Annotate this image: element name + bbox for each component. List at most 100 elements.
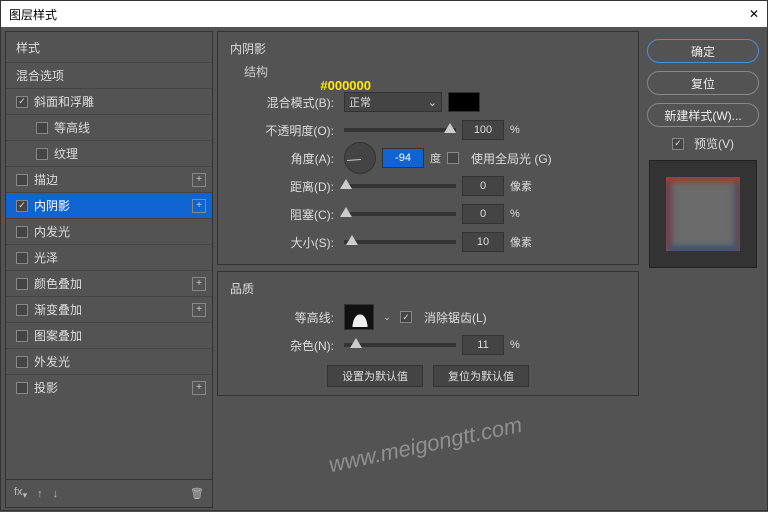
- size-unit: 像素: [510, 234, 532, 250]
- style-item-label: 等高线: [54, 119, 90, 136]
- style-checkbox[interactable]: [16, 174, 28, 186]
- style-item-label: 渐变叠加: [34, 301, 82, 318]
- close-icon[interactable]: ✕: [749, 7, 759, 21]
- window-title: 图层样式: [9, 6, 57, 23]
- make-default-button[interactable]: 设置为默认值: [327, 365, 423, 387]
- distance-label: 距离(D):: [230, 178, 338, 195]
- style-item-label: 光泽: [34, 249, 58, 266]
- inner-shadow-title: 内阴影: [230, 40, 626, 57]
- opacity-unit: %: [510, 124, 520, 136]
- style-item-label: 纹理: [54, 145, 78, 162]
- chevron-down-icon[interactable]: ⌄: [380, 312, 394, 323]
- watermark: www.meigongtt.com: [326, 412, 524, 478]
- size-input[interactable]: 10: [462, 232, 504, 252]
- style-item-label: 投影: [34, 379, 58, 396]
- style-item-label: 颜色叠加: [34, 275, 82, 292]
- distance-input[interactable]: 0: [462, 176, 504, 196]
- style-item-4[interactable]: 描边 +: [6, 166, 212, 192]
- add-instance-icon[interactable]: +: [192, 199, 206, 213]
- style-checkbox[interactable]: [16, 200, 28, 212]
- trash-icon[interactable]: 🗑: [190, 487, 204, 500]
- choke-label: 阻塞(C):: [230, 206, 338, 223]
- angle-dial[interactable]: [344, 142, 376, 174]
- styles-list-panel: 样式 混合选项斜面和浮雕等高线纹理描边 + 内阴影 + 内发光光泽颜色叠加 + 渐变叠加 + 图…: [5, 31, 213, 508]
- style-item-10[interactable]: 图案叠加: [6, 322, 212, 348]
- style-checkbox[interactable]: [16, 278, 28, 290]
- arrow-down-icon[interactable]: ↓: [53, 488, 59, 500]
- style-item-0[interactable]: 混合选项: [6, 62, 212, 88]
- shadow-color-swatch[interactable]: [448, 92, 480, 112]
- style-item-label: 内发光: [34, 223, 70, 240]
- titlebar: 图层样式 ✕: [1, 1, 767, 27]
- style-item-1[interactable]: 斜面和浮雕: [6, 88, 212, 114]
- style-item-label: 混合选项: [16, 67, 64, 84]
- chevron-down-icon: ⌄: [428, 96, 437, 109]
- contour-label: 等高线:: [230, 309, 338, 326]
- style-item-label: 图案叠加: [34, 327, 82, 344]
- angle-label: 角度(A):: [230, 150, 338, 167]
- antialias-label: 消除锯齿(L): [424, 309, 487, 326]
- style-item-8[interactable]: 颜色叠加 +: [6, 270, 212, 296]
- style-item-2[interactable]: 等高线: [6, 114, 212, 140]
- style-item-label: 描边: [34, 171, 58, 188]
- noise-input[interactable]: 11: [462, 335, 504, 355]
- arrow-up-icon[interactable]: ↑: [37, 488, 43, 500]
- choke-input[interactable]: 0: [462, 204, 504, 224]
- blend-mode-label: 混合模式(B):: [230, 94, 338, 111]
- distance-unit: 像素: [510, 178, 532, 194]
- add-instance-icon[interactable]: +: [192, 277, 206, 291]
- action-panel: 确定 复位 新建样式(W)... 预览(V): [643, 31, 763, 508]
- style-item-label: 外发光: [34, 353, 70, 370]
- style-item-6[interactable]: 内发光: [6, 218, 212, 244]
- style-checkbox[interactable]: [36, 122, 48, 134]
- preview-swatch: [649, 160, 757, 268]
- style-item-7[interactable]: 光泽: [6, 244, 212, 270]
- style-item-label: 内阴影: [34, 197, 70, 214]
- style-item-5[interactable]: 内阴影 +: [6, 192, 212, 218]
- settings-panel: #000000 内阴影 结构 混合模式(B): 正常⌄ 不透明度(O): 100…: [217, 31, 639, 508]
- hex-annotation: #000000: [320, 78, 371, 93]
- styles-header: 样式: [6, 32, 212, 62]
- new-style-button[interactable]: 新建样式(W)...: [647, 103, 759, 127]
- add-instance-icon[interactable]: +: [192, 381, 206, 395]
- angle-unit: 度: [430, 150, 441, 166]
- noise-slider[interactable]: [344, 343, 456, 347]
- opacity-input[interactable]: 100: [462, 120, 504, 140]
- preview-label: 预览(V): [694, 135, 734, 152]
- global-light-checkbox[interactable]: [447, 152, 459, 164]
- choke-slider[interactable]: [344, 212, 456, 216]
- style-item-9[interactable]: 渐变叠加 +: [6, 296, 212, 322]
- style-checkbox[interactable]: [16, 330, 28, 342]
- style-checkbox[interactable]: [16, 226, 28, 238]
- style-checkbox[interactable]: [16, 252, 28, 264]
- style-checkbox[interactable]: [16, 382, 28, 394]
- style-item-11[interactable]: 外发光: [6, 348, 212, 374]
- ok-button[interactable]: 确定: [647, 39, 759, 63]
- add-instance-icon[interactable]: +: [192, 303, 206, 317]
- style-checkbox[interactable]: [16, 356, 28, 368]
- noise-label: 杂色(N):: [230, 337, 338, 354]
- style-item-3[interactable]: 纹理: [6, 140, 212, 166]
- style-item-label: 斜面和浮雕: [34, 93, 94, 110]
- styles-footer: fx▾ ↑ ↓ 🗑: [6, 479, 212, 507]
- fx-icon[interactable]: fx▾: [14, 486, 27, 501]
- blend-mode-select[interactable]: 正常⌄: [344, 92, 442, 112]
- choke-unit: %: [510, 208, 520, 220]
- antialias-checkbox[interactable]: [400, 311, 412, 323]
- style-item-12[interactable]: 投影 +: [6, 374, 212, 400]
- style-checkbox[interactable]: [16, 304, 28, 316]
- cancel-button[interactable]: 复位: [647, 71, 759, 95]
- contour-picker[interactable]: [344, 304, 374, 330]
- style-checkbox[interactable]: [36, 148, 48, 160]
- noise-unit: %: [510, 339, 520, 351]
- style-checkbox[interactable]: [16, 96, 28, 108]
- opacity-slider[interactable]: [344, 128, 456, 132]
- opacity-label: 不透明度(O):: [230, 122, 338, 139]
- reset-default-button[interactable]: 复位为默认值: [433, 365, 529, 387]
- preview-checkbox[interactable]: [672, 138, 684, 150]
- size-slider[interactable]: [344, 240, 456, 244]
- distance-slider[interactable]: [344, 184, 456, 188]
- structure-title: 结构: [244, 63, 626, 80]
- angle-input[interactable]: -94: [382, 148, 424, 168]
- add-instance-icon[interactable]: +: [192, 173, 206, 187]
